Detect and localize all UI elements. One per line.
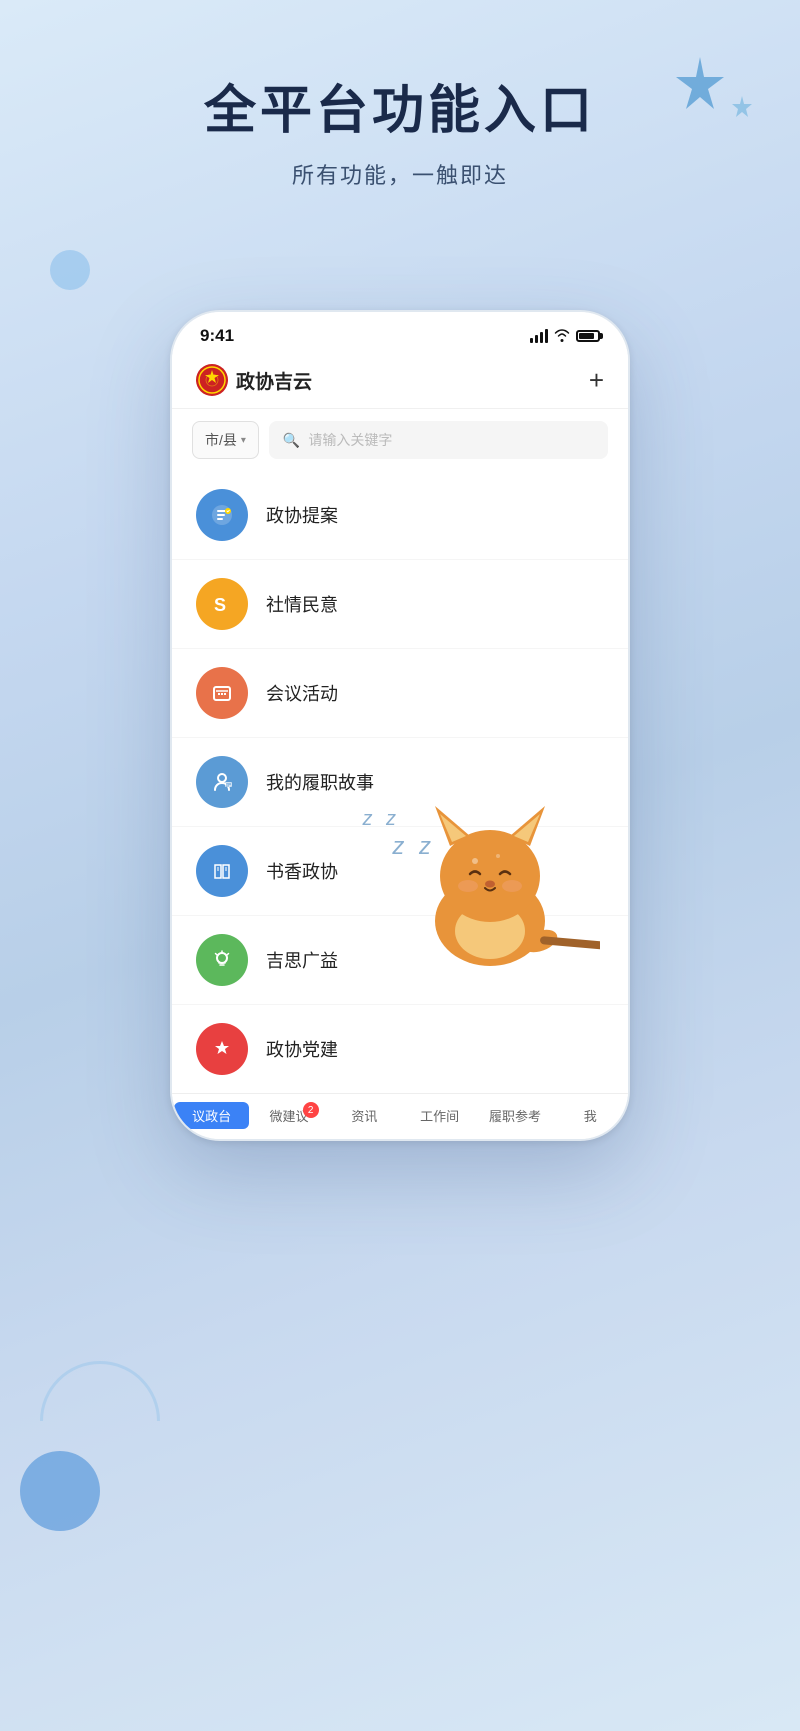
tab-label-zixun: 资讯 <box>351 1106 377 1125</box>
hero-title: 全平台功能入口 <box>0 80 800 142</box>
menu-icon-proposal <box>196 489 248 541</box>
wifi-icon <box>554 328 570 345</box>
menu-icon-meeting <box>196 667 248 719</box>
app-logo-emblem <box>196 364 228 396</box>
search-placeholder-text: 请输入关键字 <box>308 430 392 450</box>
menu-icon-idea <box>196 934 248 986</box>
status-icons <box>530 328 600 345</box>
search-icon: 🔍 <box>283 432 300 449</box>
tab-me[interactable]: 我 <box>553 1102 628 1129</box>
menu-label-book: 书香政协 <box>266 858 338 884</box>
menu-icon-social: S <box>196 578 248 630</box>
menu-label-proposal: 政协提案 <box>266 502 338 528</box>
app-header: 政协吉云 + <box>172 354 628 409</box>
hero-section: 全平台功能入口 所有功能，一触即达 <box>0 80 800 190</box>
fox-mascot <box>380 766 600 986</box>
zzz-text-2: z z <box>392 833 435 861</box>
chevron-down-icon: ▾ <box>241 435 246 446</box>
tab-label-lvzhi: 履职参考 <box>489 1106 541 1125</box>
menu-icon-party <box>196 1023 248 1075</box>
hero-subtitle: 所有功能，一触即达 <box>0 158 800 190</box>
bg-decoration-circle-blue <box>20 1451 100 1531</box>
tab-bar: 议政台 2 微建议 资讯 工作间 履职参考 我 <box>172 1093 628 1139</box>
search-area: 市/县 ▾ 🔍 请输入关键字 <box>172 409 628 471</box>
menu-label-social: 社情民意 <box>266 591 338 617</box>
signal-icon <box>530 329 548 343</box>
zzz-text: z z <box>362 808 400 831</box>
menu-label-story: 我的履职故事 <box>266 769 374 795</box>
tab-zixun[interactable]: 资讯 <box>327 1102 402 1129</box>
menu-item-meeting[interactable]: 会议活动 <box>172 649 628 738</box>
menu-icon-book <box>196 845 248 897</box>
svg-text:S: S <box>214 595 226 615</box>
phone-body: 9:41 <box>170 310 630 1141</box>
tab-label-yizheng: 议政台 <box>192 1106 231 1125</box>
menu-item-social[interactable]: S 社情民意 <box>172 560 628 649</box>
tab-weijianyi[interactable]: 2 微建议 <box>251 1102 326 1129</box>
menu-label-idea: 吉思广益 <box>266 947 338 973</box>
tab-label-gongzuojian: 工作间 <box>420 1106 459 1125</box>
search-input-box[interactable]: 🔍 请输入关键字 <box>269 421 608 459</box>
app-name: 政协吉云 <box>236 367 312 394</box>
menu-item-party[interactable]: 政协党建 <box>172 1005 628 1093</box>
location-select[interactable]: 市/县 ▾ <box>192 421 259 459</box>
phone-mockup: 9:41 <box>170 310 630 1141</box>
status-time: 9:41 <box>200 326 234 346</box>
battery-icon <box>576 330 600 342</box>
tab-yizheng[interactable]: 议政台 <box>174 1102 249 1129</box>
tab-label-me: 我 <box>584 1106 597 1125</box>
menu-label-party: 政协党建 <box>266 1036 338 1062</box>
location-label: 市/县 <box>205 430 237 450</box>
menu-label-meeting: 会议活动 <box>266 680 338 706</box>
tab-lvzhi[interactable]: 履职参考 <box>477 1102 552 1129</box>
tab-gongzuojian[interactable]: 工作间 <box>402 1102 477 1129</box>
menu-item-proposal[interactable]: 政协提案 <box>172 471 628 560</box>
add-button[interactable]: + <box>589 365 604 396</box>
tab-badge-weijianyi: 2 <box>303 1102 319 1118</box>
app-logo: 政协吉云 <box>196 364 312 396</box>
menu-icon-story <box>196 756 248 808</box>
status-bar: 9:41 <box>172 312 628 354</box>
bg-decoration-circle-small <box>50 250 90 290</box>
